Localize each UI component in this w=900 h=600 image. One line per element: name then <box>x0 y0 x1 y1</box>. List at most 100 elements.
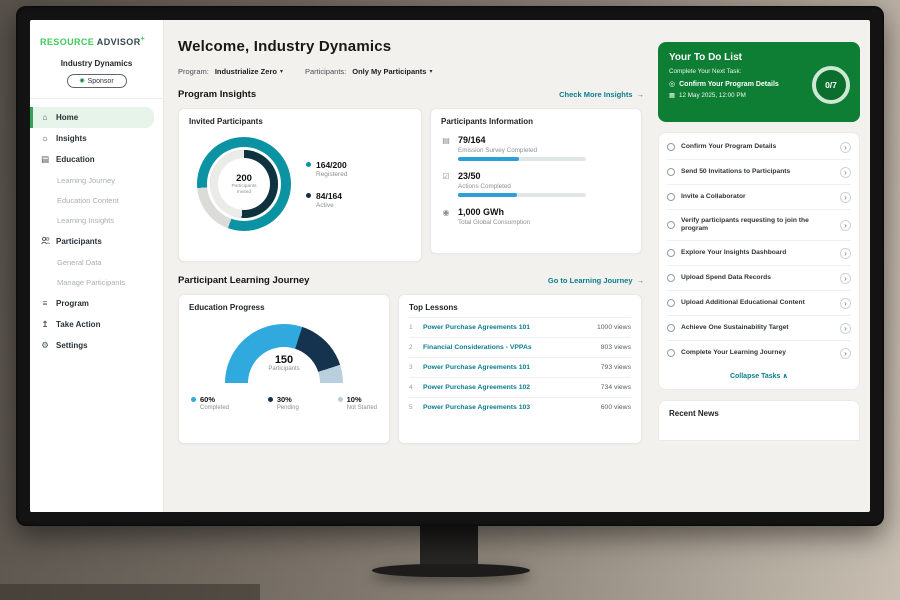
legend-item-registered: 164/200 Registered <box>306 160 347 178</box>
sidebar-nav: ⌂ Home ☼ Insights ▤ Education Learning J… <box>30 105 163 356</box>
legend-value: 84/164 <box>316 191 342 201</box>
app-logo: RESOURCE ADVISOR+ <box>30 30 163 47</box>
go-to-learning-journey-link[interactable]: Go to Learning Journey → <box>548 276 644 285</box>
todo-task-row[interactable]: Confirm Your Program Details › <box>667 135 851 160</box>
task-label: Upload Spend Data Records <box>681 274 834 283</box>
legend-dot-not-started <box>338 397 343 402</box>
todo-task-row[interactable]: Verify participants requesting to join t… <box>667 210 851 241</box>
lesson-views: 793 views <box>601 364 631 371</box>
lesson-link[interactable]: Power Purchase Agreements 101 <box>423 324 590 331</box>
monitor-bezel: RESOURCE ADVISOR+ Industry Dynamics ◉ Sp… <box>16 6 884 526</box>
legend-value: 30% <box>277 395 299 404</box>
lesson-link[interactable]: Power Purchase Agreements 102 <box>423 384 594 391</box>
stat-value: 1,000 GWh <box>458 207 530 217</box>
sidebar-item-learning-journey[interactable]: Learning Journey <box>30 170 163 190</box>
lesson-row: 3 Power Purchase Agreements 101 793 view… <box>409 358 631 378</box>
upload-icon: ↥ <box>40 320 50 329</box>
sidebar-item-education[interactable]: ▤ Education <box>30 149 163 170</box>
todo-task-row[interactable]: Upload Additional Educational Content › <box>667 291 851 316</box>
sidebar-item-insights[interactable]: ☼ Insights <box>30 128 163 149</box>
legend-item-pending: 30% Pending <box>268 395 299 411</box>
todo-task-list: Confirm Your Program Details › Send 50 I… <box>658 132 860 390</box>
lesson-views: 1000 views <box>597 324 631 331</box>
sidebar: RESOURCE ADVISOR+ Industry Dynamics ◉ Sp… <box>30 20 164 512</box>
gauge-center-value: 150 <box>225 354 343 366</box>
stat-row-global-consumption: ◉ 1,000 GWh Total Global Consumption <box>441 207 631 229</box>
program-insights-title: Program Insights <box>178 89 256 100</box>
todo-task-row[interactable]: Complete Your Learning Journey › <box>667 341 851 365</box>
desk-edge <box>0 584 260 600</box>
emission-survey-progress-track <box>458 157 586 161</box>
participants-filter-value: Only My Participants <box>352 67 426 76</box>
lesson-link[interactable]: Power Purchase Agreements 101 <box>423 364 594 371</box>
participants-information-card: Participants Information ▤ 79/164 Emissi… <box>430 108 642 254</box>
sidebar-item-label: Insights <box>56 134 87 143</box>
people-icon <box>40 236 50 247</box>
sidebar-item-learning-insights[interactable]: Learning Insights <box>30 210 163 230</box>
sidebar-item-general-data[interactable]: General Data <box>30 253 163 273</box>
actions-progress-bar <box>458 193 517 197</box>
lesson-link[interactable]: Financial Considerations - VPPAs <box>423 344 594 351</box>
todo-task-row[interactable]: Explore Your Insights Dashboard › <box>667 241 851 266</box>
chevron-right-icon: › <box>840 348 851 359</box>
todo-header-card: Your To Do List Complete Your Next Task:… <box>658 42 860 122</box>
todo-task-row[interactable]: Upload Spend Data Records › <box>667 266 851 291</box>
sidebar-item-label: Program <box>56 299 89 308</box>
task-status-icon <box>667 299 675 307</box>
sidebar-item-settings[interactable]: ⚙ Settings <box>30 335 163 356</box>
task-label: Achieve One Sustainability Target <box>681 324 834 333</box>
logo-advisor: ADVISOR <box>97 37 141 47</box>
gauge-center-label: Participants <box>225 366 343 372</box>
chevron-right-icon: › <box>840 220 851 231</box>
gear-icon: ⚙ <box>40 341 50 350</box>
clipboard-icon: ▤ <box>441 136 451 161</box>
chevron-right-icon: › <box>840 167 851 178</box>
participants-filter-dropdown[interactable]: Only My Participants ▾ <box>352 67 432 76</box>
participants-filter-label: Participants: <box>305 67 346 76</box>
chevron-right-icon: › <box>840 323 851 334</box>
recent-news-title: Recent News <box>669 409 849 418</box>
program-insights-cards: Invited Participants 200 Participants In… <box>178 108 644 262</box>
sidebar-item-home[interactable]: ⌂ Home <box>30 107 154 128</box>
calendar-icon: ▦ <box>669 92 675 99</box>
stat-label: Actions Completed <box>458 183 586 190</box>
monitor-screen: RESOURCE ADVISOR+ Industry Dynamics ◉ Sp… <box>30 20 870 512</box>
stat-value: 79/164 <box>458 135 586 145</box>
chevron-down-icon: ▾ <box>280 68 283 75</box>
location-pin-icon: ◉ <box>441 208 451 229</box>
program-filter-label: Program: <box>178 67 209 76</box>
sidebar-item-participants[interactable]: Participants <box>30 230 163 253</box>
program-filter-dropdown[interactable]: Industrialize Zero ▾ <box>215 67 283 76</box>
top-lessons-card-title: Top Lessons <box>409 303 631 318</box>
sidebar-item-program[interactable]: ≡ Program <box>30 293 163 314</box>
checklist-icon: ☑ <box>441 172 451 197</box>
stat-value: 23/50 <box>458 171 586 181</box>
lesson-views: 803 views <box>601 344 631 351</box>
sidebar-item-label: Participants <box>56 237 102 246</box>
page-title: Welcome, Industry Dynamics <box>178 38 644 55</box>
education-progress-gauge-chart: 150 Participants <box>225 324 343 383</box>
stat-row-emission-survey: ▤ 79/164 Emission Survey Completed <box>441 135 631 161</box>
gauge-center: 150 Participants <box>225 354 343 372</box>
legend-dot-registered <box>306 162 311 167</box>
monitor-stand-neck <box>420 524 478 568</box>
donut-center-label: Participants Invited <box>226 184 262 196</box>
sidebar-item-take-action[interactable]: ↥ Take Action <box>30 314 163 335</box>
recent-news-card: Recent News <box>658 400 860 441</box>
collapse-tasks-link[interactable]: Collapse Tasks ∧ <box>667 365 851 384</box>
task-status-icon <box>667 221 675 229</box>
todo-task-row[interactable]: Invite a Collaborator › <box>667 185 851 210</box>
todo-task-row[interactable]: Send 50 Invitations to Participants › <box>667 160 851 185</box>
monitor-stand-base <box>372 564 530 577</box>
sidebar-item-manage-participants[interactable]: Manage Participants <box>30 273 163 293</box>
collapse-tasks-label: Collapse Tasks <box>730 373 780 380</box>
todo-task-row[interactable]: Achieve One Sustainability Target › <box>667 316 851 341</box>
task-status-icon <box>667 193 675 201</box>
check-more-insights-link[interactable]: Check More Insights → <box>559 90 644 99</box>
lesson-link[interactable]: Power Purchase Agreements 103 <box>423 404 594 411</box>
invited-participants-card: Invited Participants 200 Participants In… <box>178 108 422 262</box>
sidebar-item-education-content[interactable]: Education Content <box>30 190 163 210</box>
program-filter-value: Industrialize Zero <box>215 67 277 76</box>
book-icon: ▤ <box>40 155 50 164</box>
lesson-row: 5 Power Purchase Agreements 103 600 view… <box>409 398 631 417</box>
